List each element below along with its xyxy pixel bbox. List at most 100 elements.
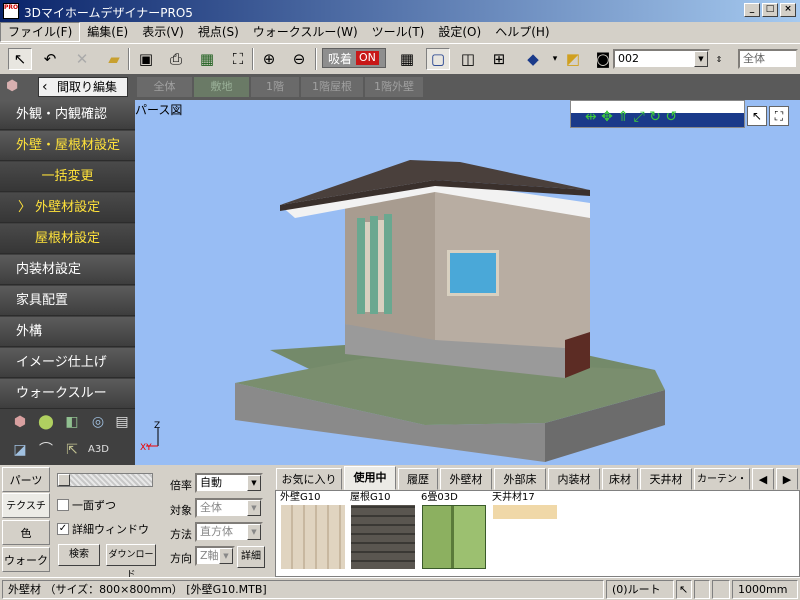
view-navigator[interactable]: ⇹ ✥ ⇑ ⤢ ↻ ↺ — [570, 100, 745, 128]
menu-file[interactable]: ファイル(F) — [0, 22, 81, 42]
tab-interior-material[interactable]: 内装材 — [548, 468, 600, 490]
box-icon[interactable]: ◩ — [561, 48, 585, 70]
layer-icon[interactable]: ◆ — [521, 48, 545, 70]
material-item[interactable]: 屋根G10 — [348, 491, 415, 569]
pipe-tool-icon[interactable]: ⌒ — [36, 440, 56, 460]
material-item[interactable]: 6畳03D — [419, 491, 486, 569]
tab-ceiling-material[interactable]: 天井材 — [640, 468, 692, 490]
zoom-in-icon[interactable]: ⊕ — [257, 48, 281, 70]
save-icon[interactable]: ▣ — [134, 48, 158, 70]
target-select[interactable]: 全体 ▼ — [195, 498, 263, 518]
cylinder-tool-icon[interactable]: ⬤ — [36, 412, 56, 432]
chevron-down-icon[interactable]: ▼ — [219, 548, 233, 564]
floor-tab-1f-roof[interactable]: 1階屋根 — [301, 77, 363, 97]
close-button[interactable]: × — [780, 3, 796, 17]
direction-select[interactable]: Z軸 ▼ — [195, 546, 235, 566]
zoom-out-icon[interactable]: ⊖ — [287, 48, 311, 70]
checkbox-one-face-box[interactable] — [57, 499, 69, 511]
texture-tool-icon[interactable]: ▤ — [112, 412, 132, 432]
floor-tab-1f[interactable]: 1階 — [251, 77, 299, 97]
slider-thumb[interactable] — [58, 474, 70, 486]
tab-floor-material[interactable]: 床材 — [602, 468, 638, 490]
tab-favorites[interactable]: お気に入り — [276, 468, 342, 490]
undo-icon[interactable]: ↶ — [38, 48, 62, 70]
viewport-fullscreen-icon[interactable]: ⛶ — [769, 106, 789, 126]
nav-item-interior[interactable]: 内装材設定 — [0, 255, 135, 285]
floor-plan-edit-button[interactable]: ‹ 間取り編集 — [38, 77, 128, 97]
nav-item-wall-roof[interactable]: 外壁・屋根材設定 — [0, 131, 135, 161]
nav-item-furniture[interactable]: 家具配置 — [0, 286, 135, 316]
menu-view[interactable]: 表示(V) — [135, 23, 191, 41]
nav-item-bulk-change[interactable]: 一括変更 — [0, 162, 135, 192]
grid-icon[interactable]: ▦ — [395, 48, 419, 70]
download-button[interactable]: ダウンロード — [106, 544, 156, 580]
scope-field[interactable]: 全体 — [738, 49, 798, 69]
method-select[interactable]: 直方体 ▼ — [195, 522, 263, 542]
ratio-select[interactable]: 自動 ▼ — [195, 473, 263, 493]
image-icon[interactable]: ▦ — [195, 48, 219, 70]
open-folder-icon[interactable]: ▰ — [102, 48, 126, 70]
text-3d-tool-icon[interactable]: A3D — [88, 440, 109, 460]
tab-history[interactable]: 履歴 — [398, 468, 438, 490]
select-arrow-icon[interactable]: ↖ — [8, 48, 32, 70]
search-button[interactable]: 検索 — [58, 544, 100, 566]
tab-wall-material[interactable]: 外壁材 — [440, 468, 492, 490]
menu-viewpoint[interactable]: 視点(S) — [191, 23, 246, 41]
tab-exterior-floor[interactable]: 外部床 — [494, 468, 546, 490]
delete-icon[interactable]: ✕ — [70, 48, 94, 70]
navigation-arrows-icon[interactable]: ⇹ ✥ ⇑ ⤢ ↻ ↺ — [571, 101, 744, 127]
checkbox-one-face[interactable]: 一面ずつ — [57, 497, 116, 513]
menu-tools[interactable]: ツール(T) — [365, 23, 432, 41]
menu-settings[interactable]: 設定(O) — [431, 23, 488, 41]
print-icon[interactable]: ⎙ — [164, 48, 188, 70]
wall-tool-icon[interactable]: ◧ — [62, 412, 82, 432]
tab-scroll-left-icon[interactable]: ◀ — [752, 468, 774, 490]
floor-tab-1f-wall[interactable]: 1階外壁 — [365, 77, 423, 97]
side-tab-walk[interactable]: ウォーク — [2, 547, 50, 572]
paint-tool-icon[interactable]: ◪ — [10, 440, 30, 460]
view-number-select[interactable]: 002 ▼ — [613, 49, 710, 69]
floor-tab-all[interactable]: 全体 — [137, 77, 192, 97]
checkbox-detail-window[interactable]: ✓ 詳細ウィンドウ — [57, 521, 149, 537]
split-4-view-icon[interactable]: ⊞ — [487, 48, 511, 70]
tab-curtain[interactable]: カーテン・布 — [694, 468, 750, 507]
single-view-icon[interactable]: ▢ — [426, 48, 450, 70]
chevron-down-icon[interactable]: ▼ — [247, 475, 261, 491]
maximize-button[interactable]: □ — [762, 3, 778, 17]
viewport-select-icon[interactable]: ↖ — [747, 106, 767, 126]
cube-icon[interactable]: ⬢ — [6, 78, 28, 96]
nav-item-exterior[interactable]: 外構 — [0, 317, 135, 347]
perspective-viewport[interactable]: パース図 ⇹ ✥ ⇑ ⤢ ↻ ↺ ↖ ⛶ Z XY — [135, 100, 800, 465]
split-2-view-icon[interactable]: ◫ — [456, 48, 480, 70]
material-item[interactable]: 外壁G10 — [278, 491, 345, 569]
tab-scroll-right-icon[interactable]: ▶ — [776, 468, 798, 490]
menu-edit[interactable]: 編集(E) — [80, 23, 135, 41]
texture-slider[interactable] — [57, 473, 153, 487]
app-icon[interactable]: PRO — [3, 3, 19, 19]
side-tab-texture[interactable]: テクスチャ — [2, 493, 50, 537]
cube-tool-icon[interactable]: ⬢ — [10, 412, 30, 432]
detail-button[interactable]: 詳細 — [237, 546, 265, 568]
tab-in-use[interactable]: 使用中 — [344, 466, 396, 490]
check-icon[interactable]: ✓ — [57, 523, 69, 535]
nav-item-view-check[interactable]: 外観・内観確認 — [0, 100, 135, 130]
nav-item-roof-material[interactable]: 屋根材設定 — [0, 224, 135, 254]
nav-item-wall-material[interactable]: 〉 外壁材設定 — [0, 193, 135, 223]
spin-icon[interactable]: ⇕ — [712, 48, 726, 70]
side-tab-color[interactable]: 色 — [2, 520, 50, 545]
move-tool-icon[interactable]: ⇱ — [62, 440, 82, 460]
target-tool-icon[interactable]: ◎ — [88, 412, 108, 432]
chevron-down-icon[interactable]: ▼ — [247, 500, 261, 516]
menu-walkthrough[interactable]: ウォークスルー(W) — [246, 23, 365, 41]
fit-view-icon[interactable]: ⛶ — [226, 48, 250, 70]
menu-help[interactable]: ヘルプ(H) — [488, 23, 556, 41]
minimize-button[interactable]: _ — [744, 3, 760, 17]
chevron-down-icon[interactable]: ▼ — [694, 51, 708, 67]
adsorb-toggle[interactable]: 吸着 ON — [322, 48, 386, 68]
nav-item-walkthrough[interactable]: ウォークスルー — [0, 379, 135, 409]
floor-tab-site[interactable]: 敷地 — [194, 77, 249, 97]
side-tab-parts[interactable]: パーツ — [2, 467, 50, 492]
nav-item-image-finish[interactable]: イメージ仕上げ — [0, 348, 135, 378]
material-item[interactable]: 天井材17 — [490, 491, 557, 519]
camera-icon[interactable]: ◙ — [591, 48, 615, 70]
